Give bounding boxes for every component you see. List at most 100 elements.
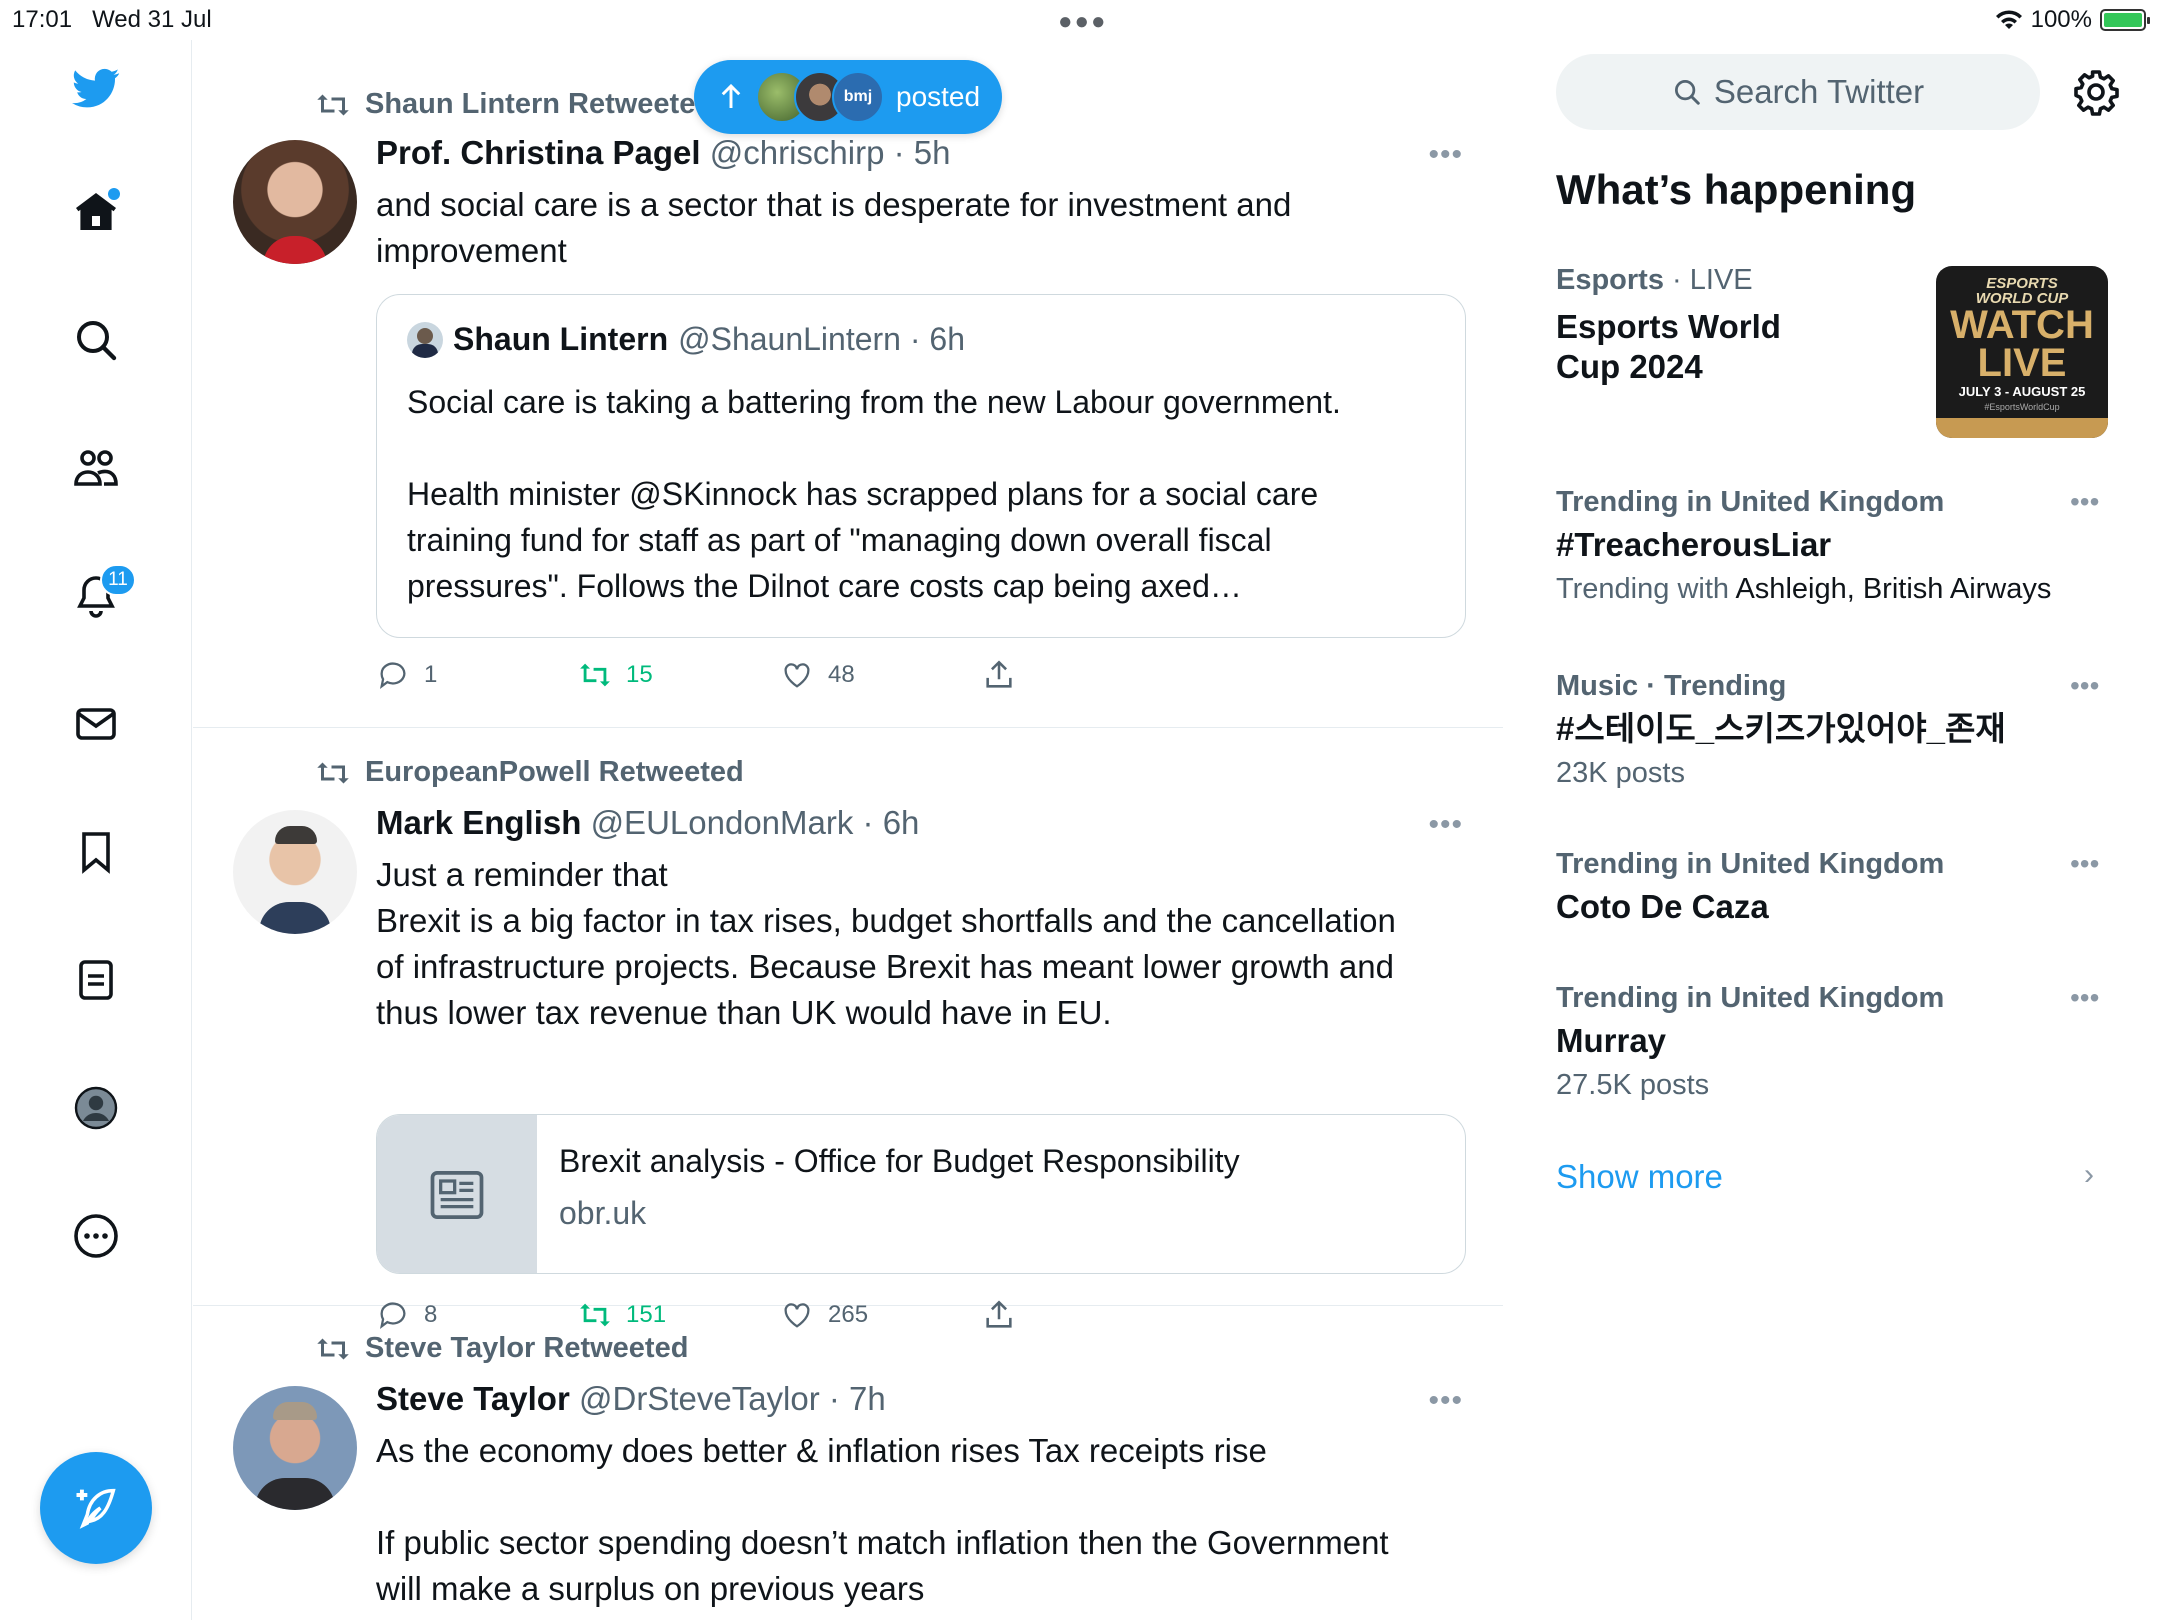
- tweet-text: and social care is a sector that is desp…: [376, 186, 1292, 269]
- retweet-action-icon: [580, 663, 610, 687]
- trend-live-label: · LIVE: [1663, 264, 1753, 296]
- trend-title: #TreacherousLiar: [1556, 526, 1832, 563]
- trend-category: Trending in United Kingdom: [1556, 848, 1945, 880]
- quoted-author-handle: @ShaunLintern: [678, 321, 901, 357]
- retweet-count: 15: [626, 661, 653, 688]
- search-icon[interactable]: [66, 310, 126, 370]
- retweet-icon: [317, 94, 349, 115]
- trend-title: Coto De Caza: [1556, 888, 1769, 925]
- trend-more-icon[interactable]: •••: [2070, 486, 2099, 518]
- timeline: Shaun Lintern Retweeted Prof. Christina …: [193, 58, 1503, 1620]
- trend-item-esports[interactable]: Esports · LIVE Esports World Cup 2024: [1556, 264, 1936, 387]
- pill-label: posted: [896, 81, 981, 112]
- notifications-bell-icon[interactable]: 11: [66, 564, 136, 626]
- show-more-link[interactable]: Show more: [1556, 1158, 1723, 1196]
- pill-avatars: bmj: [756, 71, 884, 123]
- author-name[interactable]: Steve Taylor: [376, 1380, 570, 1417]
- multitasking-dots-icon[interactable]: ●●●: [1058, 8, 1108, 36]
- lists-icon[interactable]: [66, 950, 126, 1010]
- author-name[interactable]: Mark English: [376, 804, 581, 841]
- quoted-tweet-text: Social care is taking a battering from t…: [407, 384, 1341, 604]
- trend-category: Trending in United Kingdom: [1556, 486, 1945, 518]
- tweet-actions: 1 15 48: [376, 658, 1184, 692]
- tweet-header: Mark English @EULondonMark · 6h: [376, 804, 920, 841]
- author-handle[interactable]: @EULondonMark: [591, 804, 854, 841]
- quoted-tweet[interactable]: Shaun Lintern @ShaunLintern · 6h Social …: [376, 294, 1466, 638]
- link-domain: obr.uk: [559, 1195, 647, 1231]
- tweet-time[interactable]: 6h: [883, 804, 920, 841]
- right-sidebar: Search Twitter What’s happening Esports …: [1504, 40, 2160, 1620]
- heart-icon: [784, 663, 810, 688]
- tweet[interactable]: Shaun Lintern Retweeted Prof. Christina …: [193, 58, 1503, 728]
- retweet-icon: [317, 762, 349, 783]
- compose-tweet-button[interactable]: [40, 1452, 152, 1564]
- trend-more-icon[interactable]: •••: [2070, 982, 2099, 1014]
- tweet[interactable]: EuropeanPowell Retweeted Mark English @E…: [193, 728, 1503, 1330]
- trend-item[interactable]: Trending in United Kingdom Coto De Caza: [1556, 848, 2116, 927]
- retweet-context-label: EuropeanPowell Retweeted: [365, 756, 744, 788]
- like-button[interactable]: 48: [780, 658, 982, 692]
- more-options-icon[interactable]: [66, 1206, 126, 1266]
- twitter-logo-icon[interactable]: [66, 58, 126, 118]
- wifi-icon: [1995, 10, 2022, 29]
- tweet-time[interactable]: 7h: [849, 1380, 886, 1417]
- article-icon: [430, 1170, 484, 1220]
- retweet-context: Steve Taylor Retweeted: [315, 1332, 688, 1365]
- author-handle[interactable]: @chrischirp: [710, 134, 885, 171]
- tweet-time[interactable]: 5h: [914, 134, 951, 171]
- share-button[interactable]: [982, 658, 1184, 692]
- quoted-author-name: Shaun Lintern: [453, 321, 669, 357]
- tweet-header: Steve Taylor @DrSteveTaylor · 7h: [376, 1380, 886, 1417]
- profile-avatar-icon[interactable]: [66, 1078, 126, 1138]
- reply-button[interactable]: 1: [376, 658, 578, 692]
- retweet-button[interactable]: 15: [578, 658, 780, 692]
- status-indicators: 100%: [1995, 6, 2150, 34]
- communities-icon[interactable]: [66, 438, 126, 498]
- messages-icon[interactable]: [66, 694, 126, 754]
- avatar[interactable]: [233, 810, 357, 934]
- tweet-text: As the economy does better & inflation r…: [376, 1432, 1389, 1607]
- link-thumbnail: [377, 1115, 537, 1273]
- link-title: Brexit analysis - Office for Budget Resp…: [559, 1143, 1240, 1179]
- trend-item[interactable]: Trending in United Kingdom Murray 27.5K …: [1556, 982, 2116, 1102]
- share-icon: [986, 660, 1012, 688]
- quoted-tweet-header: Shaun Lintern @ShaunLintern · 6h: [407, 321, 965, 358]
- home-icon[interactable]: [66, 182, 126, 242]
- trend-title: Murray: [1556, 1022, 1667, 1059]
- trend-more-icon[interactable]: •••: [2070, 848, 2099, 880]
- trend-category-label: Esports: [1556, 264, 1664, 296]
- tweet-more-icon[interactable]: •••: [1428, 138, 1463, 172]
- tweet[interactable]: Steve Taylor Retweeted Steve Taylor @DrS…: [193, 1306, 1503, 1620]
- notification-badge: 11: [100, 564, 136, 596]
- trend-more-icon[interactable]: •••: [2070, 670, 2099, 702]
- tweet-more-icon[interactable]: •••: [1428, 808, 1463, 842]
- left-nav: 11: [0, 40, 192, 1620]
- compose-feather-icon: [76, 1488, 116, 1529]
- quoted-avatar: [407, 321, 443, 358]
- status-time: 17:01 Wed 31 Jul: [12, 6, 212, 33]
- tweet-more-icon[interactable]: •••: [1428, 1384, 1463, 1418]
- trend-subtitle: Trending with Ashleigh, British Airways: [1556, 573, 2052, 605]
- gear-icon[interactable]: [2072, 68, 2120, 116]
- trend-title: Esports World Cup 2024: [1556, 308, 1781, 385]
- retweet-context: EuropeanPowell Retweeted: [315, 756, 744, 789]
- home-unread-dot: [108, 188, 120, 200]
- chevron-right-icon[interactable]: ›: [2084, 1158, 2094, 1192]
- link-card[interactable]: Brexit analysis - Office for Budget Resp…: [376, 1114, 1466, 1274]
- trend-item[interactable]: Trending in United Kingdom #TreacherousL…: [1556, 486, 2116, 606]
- retweet-icon: [317, 1338, 349, 1359]
- author-name[interactable]: Prof. Christina Pagel: [376, 134, 701, 171]
- trend-item[interactable]: Music · Trending #스테이도_스키즈가있어야_존재 23K po…: [1556, 670, 2116, 790]
- author-handle[interactable]: @DrSteveTaylor: [579, 1380, 820, 1417]
- reply-count: 1: [424, 661, 438, 688]
- tweet-text: Just a reminder that Brexit is a big fac…: [376, 856, 1396, 1031]
- trend-category: Esports · LIVE: [1556, 264, 1936, 297]
- new-posts-pill[interactable]: bmj posted: [694, 60, 1002, 134]
- avatar[interactable]: [233, 140, 357, 264]
- esports-thumbnail[interactable]: ESPORTS WORLD CUP WATCH LIVE JULY 3 - AUGU…: [1936, 266, 2108, 438]
- search-input[interactable]: Search Twitter: [1556, 54, 2040, 130]
- quoted-tweet-time: 6h: [929, 321, 965, 357]
- bookmarks-icon[interactable]: [66, 822, 126, 882]
- avatar[interactable]: [233, 1386, 357, 1510]
- whats-happening-title: What’s happening: [1556, 166, 1917, 213]
